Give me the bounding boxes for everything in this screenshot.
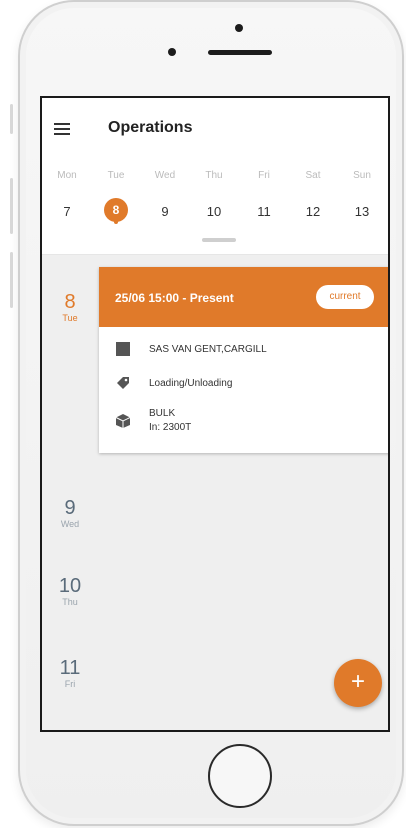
timeline-day-number: 10 (58, 575, 82, 597)
volume-up-button (10, 178, 13, 234)
week-strip: Mon 7 Tue 8 Wed 9 Thu 10 Fri 11 Sat 12 S… (42, 156, 388, 255)
day-name: Mon (57, 170, 77, 181)
volume-down-button (10, 252, 13, 308)
day-number: 13 (354, 204, 370, 219)
event-time: 25/06 15:00 - Present (115, 291, 234, 305)
proximity-sensor (168, 48, 176, 56)
timeline-day-fri: 11 Fri (50, 657, 90, 689)
app-bar: Operations (42, 98, 388, 156)
day-number: 9 (161, 204, 169, 219)
home-button[interactable] (208, 744, 272, 808)
event-card[interactable]: 25/06 15:00 - Present current SAS VAN GE… (99, 267, 388, 453)
building-icon (116, 342, 130, 356)
cargo-type: BULK (149, 408, 176, 419)
timeline-day-thu: 10 Thu (50, 575, 90, 607)
day-number: 12 (305, 204, 321, 219)
timeline-day-name: Tue (62, 313, 78, 323)
event-indicator-dot (114, 220, 118, 224)
day-name: Fri (258, 170, 270, 181)
timeline-day-number: 8 (64, 291, 76, 313)
timeline-day-tue: 8 Tue (50, 291, 90, 323)
event-card-header: 25/06 15:00 - Present current (99, 267, 388, 327)
menu-icon[interactable] (54, 123, 70, 135)
cargo-amount: In: 2300T (149, 422, 192, 433)
timeline-day-name: Wed (60, 519, 80, 529)
day-name: Sun (353, 170, 371, 181)
timeline-day-name: Fri (64, 679, 76, 689)
day-number: 10 (206, 204, 222, 219)
page-title: Operations (108, 119, 193, 136)
tag-icon (117, 377, 129, 389)
silent-switch (10, 104, 13, 134)
event-operation: Loading/Unloading (149, 378, 233, 389)
day-name: Tue (107, 170, 125, 181)
timeline-day-name: Thu (62, 597, 78, 607)
status-badge: current (316, 285, 374, 309)
drag-handle[interactable] (202, 238, 236, 242)
front-camera (235, 24, 243, 32)
timeline-day-wed: 9 Wed (50, 497, 90, 529)
earpiece-speaker (208, 50, 272, 55)
box-icon (115, 414, 131, 428)
timeline-day-number: 9 (64, 497, 76, 519)
day-name: Thu (205, 170, 223, 181)
app-screen: Operations Mon 7 Tue 8 Wed 9 Thu 10 Fri … (40, 96, 390, 732)
day-name: Wed (154, 170, 176, 181)
day-number: 7 (63, 204, 71, 219)
day-number: 11 (257, 204, 271, 219)
selected-day-number: 8 (104, 198, 128, 222)
timeline: 8 Tue 9 Wed 10 Thu 11 Fri 25/06 15:00 - … (42, 255, 388, 730)
day-name: Sat (305, 170, 321, 181)
add-button[interactable]: + (334, 659, 382, 707)
timeline-day-number: 11 (59, 657, 81, 679)
event-client: SAS VAN GENT,CARGILL (149, 344, 267, 355)
